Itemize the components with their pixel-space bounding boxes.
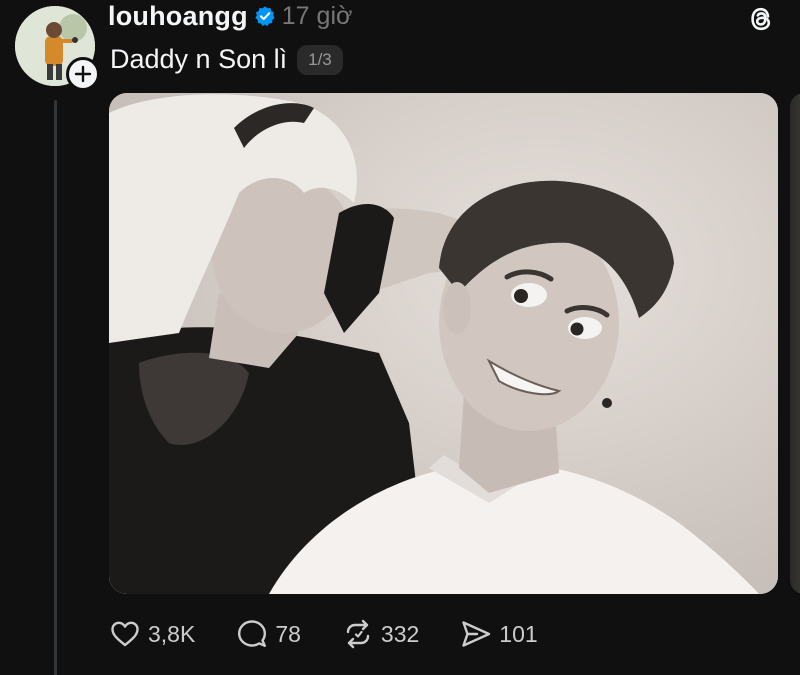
heart-icon	[111, 621, 139, 647]
follow-button[interactable]	[66, 57, 100, 91]
send-icon	[462, 621, 491, 647]
username[interactable]: louhoangg	[108, 1, 248, 32]
share-button[interactable]: 101	[459, 617, 538, 651]
post-caption: Daddy n Son lì	[110, 44, 288, 74]
comment-bubble-icon	[238, 620, 267, 647]
repost-button[interactable]: 332	[341, 617, 419, 651]
carousel-page-indicator: 1/3	[297, 44, 343, 75]
like-button[interactable]: 3,8K	[108, 617, 195, 651]
caption-row: Daddy n Son lì 1/3	[110, 44, 343, 75]
post-time: 17 giờ	[281, 1, 353, 30]
post-photo[interactable]	[109, 93, 778, 594]
verified-badge-icon	[255, 6, 275, 27]
share-count: 101	[499, 620, 538, 647]
photo-image	[109, 93, 778, 594]
threads-post: louhoangg 17 giờ Daddy n Son lì 1/3 3,8K…	[0, 0, 800, 675]
next-carousel-photo-peek[interactable]	[790, 93, 800, 594]
comment-button[interactable]: 78	[235, 617, 301, 651]
comment-count: 78	[275, 620, 301, 647]
thread-line	[54, 100, 57, 675]
repost-icon	[346, 619, 370, 649]
plus-icon	[74, 65, 92, 83]
post-header: louhoangg 17 giờ	[108, 0, 352, 32]
repost-count: 332	[380, 620, 420, 647]
threads-logo-icon[interactable]	[744, 2, 778, 36]
like-count: 3,8K	[148, 620, 196, 647]
post-actions: 3,8K 78 332 101	[108, 617, 538, 651]
